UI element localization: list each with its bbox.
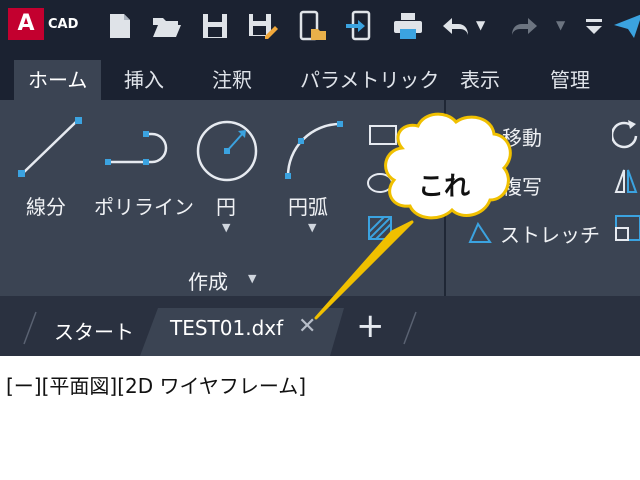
callout-text: これ	[418, 172, 471, 202]
callout-bubble	[314, 112, 512, 320]
